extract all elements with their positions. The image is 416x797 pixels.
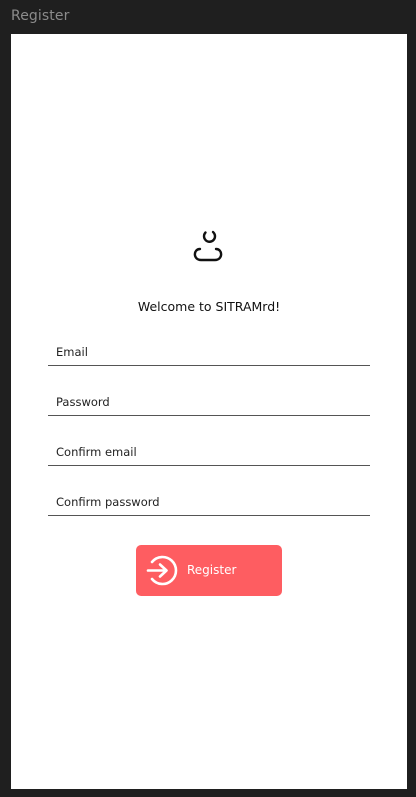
welcome-text: Welcome to SITRAMrd!	[137, 299, 281, 314]
register-button[interactable]: Register	[136, 545, 282, 596]
register-button-label: Register	[187, 563, 237, 577]
login-arrow-circle-icon	[146, 555, 178, 586]
confirm-email-label: Confirm email	[56, 445, 137, 459]
confirm-password-field[interactable]: Confirm password	[48, 489, 370, 516]
window-title: Register	[11, 8, 70, 24]
email-field[interactable]: Email	[48, 339, 370, 366]
person-outline-icon	[193, 230, 223, 262]
password-field[interactable]: Password	[48, 389, 370, 416]
confirm-password-label: Confirm password	[56, 495, 160, 509]
register-screen: Welcome to SITRAMrd! Email Password Conf…	[11, 34, 407, 789]
window-titlebar: Register	[0, 0, 416, 34]
password-label: Password	[56, 395, 110, 409]
confirm-email-field[interactable]: Confirm email	[48, 439, 370, 466]
email-label: Email	[56, 345, 88, 359]
